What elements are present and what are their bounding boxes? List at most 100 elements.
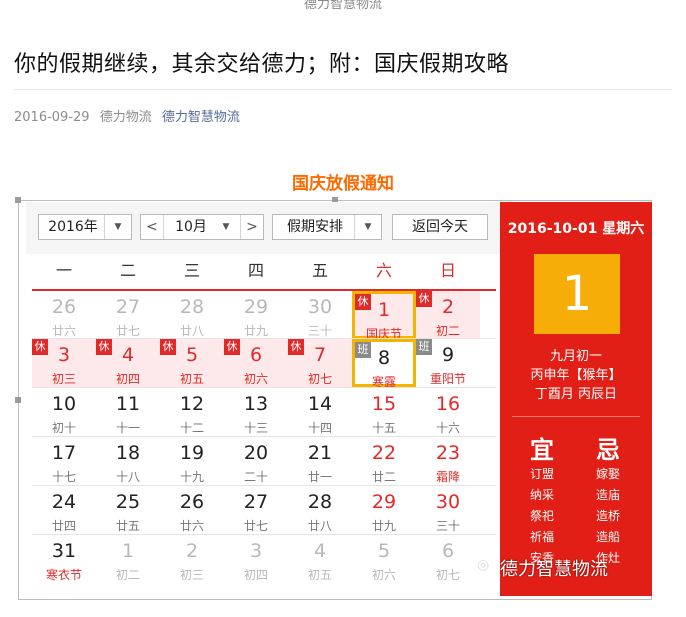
account-link[interactable]: 德力智慧物流	[162, 110, 240, 125]
day-number: 30	[435, 491, 461, 513]
day-cell[interactable]: 12 十二	[160, 388, 224, 436]
day-number: 12	[179, 393, 205, 415]
lunar-label: 初七	[435, 568, 460, 582]
lunar-label: 初三	[179, 568, 204, 582]
day-cell[interactable]: 26 廿六	[160, 486, 224, 534]
day-cell[interactable]: 18 十八	[96, 437, 160, 485]
lunar-label: 十二	[179, 421, 204, 435]
month-select-value: 10月	[175, 219, 207, 235]
day-cell[interactable]: 23 霜降	[416, 437, 480, 485]
lunar-label: 十七	[51, 470, 76, 484]
day-cell[interactable]: 休 7 初七	[288, 339, 352, 387]
day-cell[interactable]: 4 初五	[288, 535, 352, 583]
yi-list: 订盟 纳采 祭祀 祈福 安香	[530, 464, 554, 569]
day-number: 27	[243, 491, 269, 513]
lunar-label: 初二	[115, 568, 140, 582]
day-number: 6	[441, 540, 455, 562]
resize-handle[interactable]	[15, 197, 21, 203]
next-month-icon[interactable]: >	[240, 215, 263, 239]
lunar-label: 初十	[51, 421, 76, 435]
ji-activity: 嫁娶	[596, 467, 621, 481]
calendar-image: 2016年 ▼ < 10月 ▼ > 假期安排 ▼ 返回今天 一二三四五六日 26…	[26, 202, 652, 596]
day-number: 19	[179, 442, 205, 464]
day-cell[interactable]: 休 5 初五	[160, 339, 224, 387]
lunar-label: 十六	[435, 421, 460, 435]
day-cell[interactable]: 30 三十	[416, 486, 480, 534]
day-cell[interactable]: 15 十五	[352, 388, 416, 436]
day-cell[interactable]: 31 寒衣节	[32, 535, 96, 583]
day-cell[interactable]: 5 初六	[352, 535, 416, 583]
day-cell[interactable]: 20 二十	[224, 437, 288, 485]
day-cell[interactable]: 27 廿七	[224, 486, 288, 534]
day-cell[interactable]: 休 6 初六	[224, 339, 288, 387]
lunar-label: 廿四	[51, 519, 76, 533]
day-cell[interactable]: 28 廿八	[160, 291, 224, 339]
day-cell[interactable]: 13 十三	[224, 388, 288, 436]
ji-activity: 造桥	[596, 509, 621, 523]
day-cell[interactable]: 29 廿九	[352, 486, 416, 534]
day-detail-panel: 2016-10-01 星期六 1 九月初一 丙申年【猴年】 丁酉月 丙辰日 宜 …	[500, 202, 652, 596]
day-number: 16	[435, 393, 461, 415]
day-cell[interactable]: 26 廿六	[32, 291, 96, 339]
day-number: 3	[57, 344, 71, 366]
day-cell[interactable]: 21 廿一	[288, 437, 352, 485]
day-cell[interactable]: 16 十六	[416, 388, 480, 436]
day-number: 27	[115, 296, 141, 318]
day-cell[interactable]: 10 初十	[32, 388, 96, 436]
day-number: 2	[441, 296, 455, 318]
year-select[interactable]: 2016年 ▼	[38, 214, 132, 240]
weekday-label: 一	[55, 261, 72, 280]
day-cell[interactable]: 班 8 寒露	[352, 339, 416, 389]
day-cell[interactable]: 休 2 初二	[416, 291, 480, 339]
lunar-label: 初六	[243, 372, 268, 386]
holiday-select[interactable]: 假期安排 ▼	[272, 214, 382, 240]
day-number: 25	[115, 491, 141, 513]
ji-label: 忌	[596, 436, 620, 464]
lunar-label: 廿六	[179, 519, 204, 533]
lunar-label: 十四	[307, 421, 332, 435]
today-button[interactable]: 返回今天	[392, 214, 488, 240]
day-number: 1	[377, 299, 391, 321]
lunar-label: 廿六	[51, 324, 76, 338]
day-cell[interactable]: 3 初四	[224, 535, 288, 583]
day-cell[interactable]: 17 十七	[32, 437, 96, 485]
day-cell[interactable]: 休 1 国庆节	[352, 291, 416, 341]
day-cell[interactable]: 27 廿七	[96, 291, 160, 339]
day-cell[interactable]: 休 4 初四	[96, 339, 160, 387]
weekday-label: 日	[439, 261, 456, 280]
day-cell[interactable]: 28 廿八	[288, 486, 352, 534]
day-cell[interactable]: 6 初七	[416, 535, 480, 583]
day-number: 22	[371, 442, 397, 464]
day-cell[interactable]: 19 十九	[160, 437, 224, 485]
weekday-label: 二	[119, 261, 136, 280]
notice-heading: 国庆放假通知	[292, 174, 394, 194]
day-cell[interactable]: 24 廿四	[32, 486, 96, 534]
lunar-label: 初四	[115, 372, 140, 386]
day-cell[interactable]: 班 9 重阳节	[416, 339, 480, 387]
day-cell[interactable]: 11 十一	[96, 388, 160, 436]
weekday-label: 五	[311, 261, 328, 280]
day-cell[interactable]: 29 廿九	[224, 291, 288, 339]
day-cell[interactable]: 25 廿五	[96, 486, 160, 534]
watermark: 德力智慧物流	[500, 559, 608, 580]
day-number: 23	[435, 442, 461, 464]
resize-handle[interactable]	[15, 397, 21, 403]
day-number: 20	[243, 442, 269, 464]
day-cell[interactable]: 1 初二	[96, 535, 160, 583]
lunar-label: 廿八	[307, 519, 332, 533]
prev-month-icon[interactable]: <	[141, 215, 164, 239]
day-cell[interactable]: 2 初三	[160, 535, 224, 583]
lunar-label: 三十	[435, 519, 460, 533]
author-name: 德力物流	[99, 110, 152, 125]
lunar-label: 十三	[243, 421, 268, 435]
day-number: 29	[371, 491, 397, 513]
day-number: 21	[307, 442, 333, 464]
day-number: 8	[377, 347, 391, 369]
day-cell[interactable]: 休 3 初三	[32, 339, 96, 387]
day-cell[interactable]: 14 十四	[288, 388, 352, 436]
weekday-label: 三	[183, 261, 200, 280]
month-select[interactable]: < 10月 ▼ >	[140, 214, 264, 240]
selected-date: 2016-10-01 星期六	[507, 221, 645, 237]
day-cell[interactable]: 22 廿二	[352, 437, 416, 485]
day-cell[interactable]: 30 三十	[288, 291, 352, 339]
